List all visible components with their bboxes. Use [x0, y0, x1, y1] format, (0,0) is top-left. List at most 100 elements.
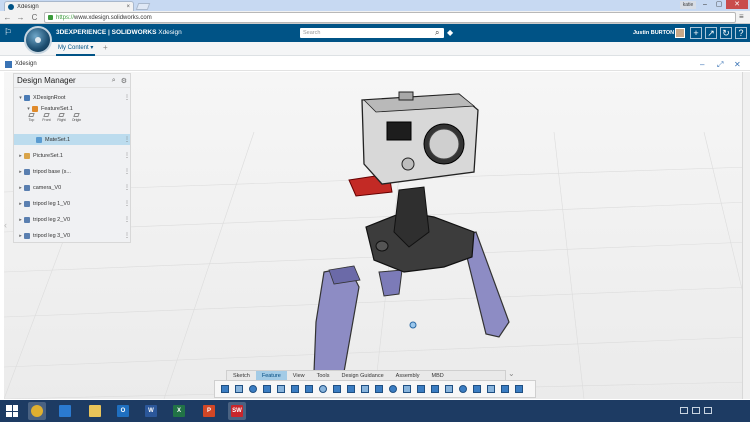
word-icon[interactable]: W: [142, 402, 160, 420]
plane-top[interactable]: Top: [27, 113, 36, 122]
tree-item-tripod-leg-2[interactable]: ▸ tripod leg 2_V0 ⋮: [14, 214, 130, 225]
expand-caret-icon[interactable]: ▸: [17, 233, 24, 239]
windows-start-icon[interactable]: [6, 405, 18, 417]
mirror-tool-icon[interactable]: [359, 383, 371, 395]
plane-front[interactable]: Front: [42, 113, 51, 122]
chamfer-tool-icon[interactable]: [289, 383, 301, 395]
revolve-tool-icon[interactable]: [233, 383, 245, 395]
expand-caret-icon[interactable]: ▸: [17, 153, 24, 159]
viewport-scrollbar[interactable]: [742, 72, 750, 399]
tree-item-pictureset[interactable]: ▸ PictureSet.1 ⋮: [14, 150, 130, 161]
boundary-tool-icon[interactable]: [443, 383, 455, 395]
ie-icon[interactable]: [56, 402, 74, 420]
new-tab-button[interactable]: [135, 3, 151, 10]
extrude-tool-icon[interactable]: [219, 383, 231, 395]
back-button[interactable]: ←: [3, 13, 12, 22]
tab-feature[interactable]: Feature: [255, 371, 287, 380]
shell-tool-icon[interactable]: [303, 383, 315, 395]
reload-button[interactable]: C: [30, 13, 39, 22]
more-options-icon[interactable]: ⋮: [124, 200, 130, 207]
tab-assembly[interactable]: Assembly: [390, 371, 426, 380]
pattern-tool-icon[interactable]: [345, 383, 357, 395]
tab-design-guidance[interactable]: Design Guidance: [335, 371, 389, 380]
keyboard-icon[interactable]: [680, 407, 688, 414]
scale-tool-icon[interactable]: [485, 383, 497, 395]
more-options-icon[interactable]: ⋮: [124, 216, 130, 223]
loft-tool-icon[interactable]: [261, 383, 273, 395]
tab-sketch[interactable]: Sketch: [227, 371, 256, 380]
share-button[interactable]: ↗: [705, 27, 717, 39]
outlook-icon[interactable]: O: [114, 402, 132, 420]
tag-icon[interactable]: ◆: [447, 27, 453, 38]
tree-item-tripod-base[interactable]: ▸ tripod base (s... ⋮: [14, 166, 130, 177]
offset-tool-icon[interactable]: [471, 383, 483, 395]
network-icon[interactable]: [692, 407, 700, 414]
more-options-icon[interactable]: ⋮: [124, 184, 130, 191]
window-close-button[interactable]: ✕: [726, 0, 748, 9]
chrome-icon[interactable]: [28, 402, 46, 420]
browser-menu-icon[interactable]: ≡: [739, 13, 744, 21]
powerpoint-icon[interactable]: P: [200, 402, 218, 420]
expand-caret-icon[interactable]: ▸: [17, 185, 24, 191]
tree-item-tripod-leg-3[interactable]: ▸ tripod leg 3_V0 ⋮: [14, 230, 130, 241]
more-options-icon[interactable]: ⋮: [124, 232, 130, 239]
tab-tools[interactable]: Tools: [311, 371, 336, 380]
gear-icon[interactable]: ⚙: [121, 77, 127, 85]
search-icon[interactable]: ⌕: [112, 77, 116, 85]
replace-face-tool-icon[interactable]: [513, 383, 525, 395]
browser-user-badge[interactable]: katie: [680, 1, 696, 9]
hole-tool-icon[interactable]: [331, 383, 343, 395]
sweep-tool-icon[interactable]: [247, 383, 259, 395]
notifications-button[interactable]: ↻: [720, 27, 732, 39]
tree-item-camera[interactable]: ▸ camera_V0 ⋮: [14, 182, 130, 193]
add-tab-button[interactable]: +: [103, 42, 108, 56]
expand-caret-icon[interactable]: ▸: [17, 169, 24, 175]
compass-icon[interactable]: [24, 26, 52, 54]
search-icon[interactable]: ⌕: [435, 27, 439, 38]
user-name[interactable]: Justin BURTON: [633, 24, 674, 42]
add-button[interactable]: +: [690, 27, 702, 39]
expand-caret-icon[interactable]: ▸: [17, 201, 24, 207]
search-input[interactable]: Search: [300, 28, 444, 38]
draft-tool-icon[interactable]: [317, 383, 329, 395]
tab-view[interactable]: View: [287, 371, 311, 380]
forward-button[interactable]: →: [16, 13, 25, 22]
tree-item-tripod-leg-1[interactable]: ▸ tripod leg 1_V0 ⋮: [14, 198, 130, 209]
expand-caret-icon[interactable]: ▾: [17, 95, 24, 101]
expand-caret-icon[interactable]: ▸: [17, 217, 24, 223]
rib-tool-icon[interactable]: [415, 383, 427, 395]
plane-origin[interactable]: Origin: [72, 113, 81, 122]
cut-tool-icon[interactable]: [429, 383, 441, 395]
split-tool-icon[interactable]: [373, 383, 385, 395]
minimize-icon[interactable]: –: [700, 58, 704, 71]
url-field[interactable]: https://www.xdesign.solidworks.com: [44, 12, 736, 23]
avatar[interactable]: [675, 28, 685, 38]
window-maximize-button[interactable]: ▢: [712, 0, 726, 9]
plane-right[interactable]: Right: [57, 113, 66, 122]
more-options-icon[interactable]: ⋮: [124, 152, 130, 159]
tree-item-xdesignroot[interactable]: ▾ XDesignRoot ⋮: [14, 92, 130, 103]
close-app-icon[interactable]: ✕: [734, 58, 741, 71]
delete-face-tool-icon[interactable]: [499, 383, 511, 395]
help-button[interactable]: ?: [735, 27, 747, 39]
tab-my-content[interactable]: My Content ▾: [56, 42, 96, 56]
tab-mbd[interactable]: MBD: [426, 371, 450, 380]
explorer-icon[interactable]: [86, 402, 104, 420]
tab-close-icon[interactable]: ×: [126, 4, 130, 10]
expand-icon[interactable]: ⤢: [717, 58, 723, 71]
collapse-panel-icon[interactable]: ‹: [4, 220, 7, 230]
volume-icon[interactable]: [704, 407, 712, 414]
browser-tab[interactable]: Xdesign ×: [4, 1, 134, 11]
move-face-tool-icon[interactable]: [457, 383, 469, 395]
more-options-icon[interactable]: ⋮: [124, 94, 130, 101]
tree-item-mateset[interactable]: MateSet.1 ⋮: [14, 134, 130, 145]
more-options-icon[interactable]: ⋮: [124, 136, 130, 143]
solidworks-icon[interactable]: SW: [228, 402, 246, 420]
command-more-icon[interactable]: ⌄: [508, 369, 515, 378]
window-minimize-button[interactable]: –: [698, 0, 712, 9]
more-options-icon[interactable]: ⋮: [124, 168, 130, 175]
fillet-tool-icon[interactable]: [275, 383, 287, 395]
combine-tool-icon[interactable]: [387, 383, 399, 395]
tripod-leg-3[interactable]: [378, 269, 403, 297]
excel-icon[interactable]: X: [170, 402, 188, 420]
